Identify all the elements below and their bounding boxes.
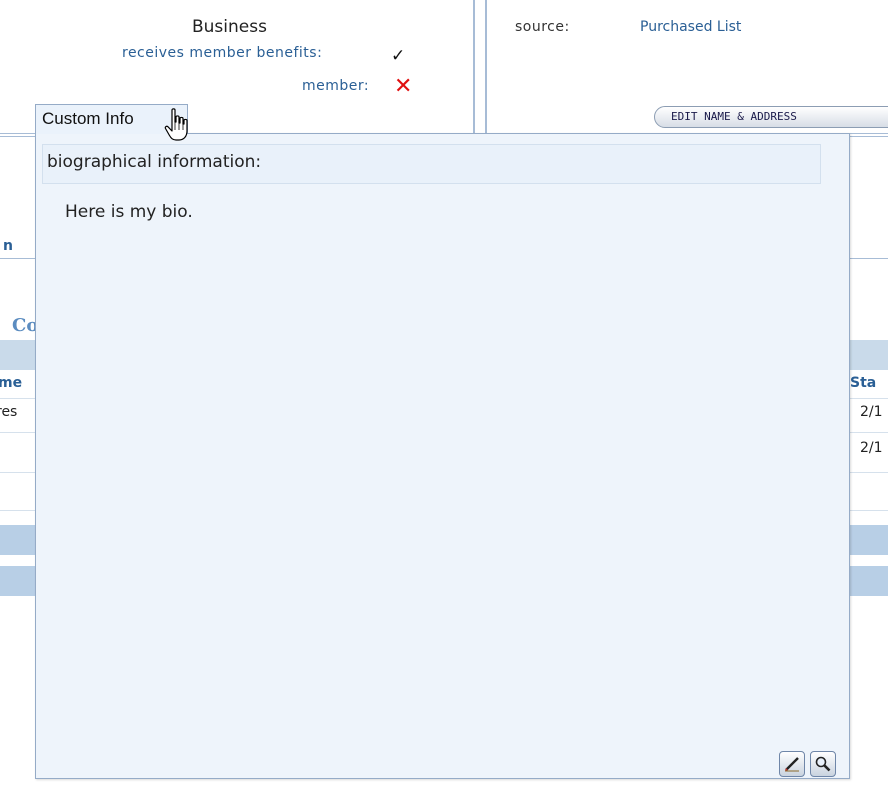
record-page: Business receives member benefits: ✓ mem… (0, 0, 888, 789)
row1-left-text: res (0, 404, 18, 420)
hand-cursor-icon (163, 108, 193, 144)
receives-benefits-label: receives member benefits: (122, 45, 323, 61)
custom-info-popup: biographical information: Here is my bio… (35, 133, 850, 779)
background-row1-left: res (0, 404, 36, 426)
background-col-header-left: me (0, 374, 36, 394)
edit-name-address-button[interactable]: EDIT NAME & ADDRESS (654, 106, 888, 128)
col-header-right-text: Sta (850, 375, 877, 391)
bio-field-label: biographical information: (42, 144, 821, 184)
search-button[interactable] (810, 751, 836, 777)
x-icon: ✕ (394, 74, 413, 99)
source-panel: source: Purchased List EDIT NAME & ADDRE… (485, 0, 888, 135)
bio-field-value: Here is my bio. (65, 202, 193, 222)
check-icon: ✓ (391, 46, 406, 66)
background-row2-right: 2/1 (848, 440, 888, 462)
member-label: member: (302, 78, 370, 94)
edit-button[interactable] (779, 751, 805, 777)
background-row1-right: 2/1 (848, 404, 888, 426)
source-value: Purchased List (640, 19, 742, 35)
row2-right-text: 2/1 (860, 440, 883, 456)
col-header-left-text: me (0, 375, 23, 391)
organization-type: Business (192, 17, 267, 37)
row1-right-text: 2/1 (860, 404, 883, 420)
source-label: source: (515, 19, 570, 35)
background-col-header-right: Sta (848, 374, 888, 394)
background-link-fragment[interactable]: n (3, 238, 13, 254)
